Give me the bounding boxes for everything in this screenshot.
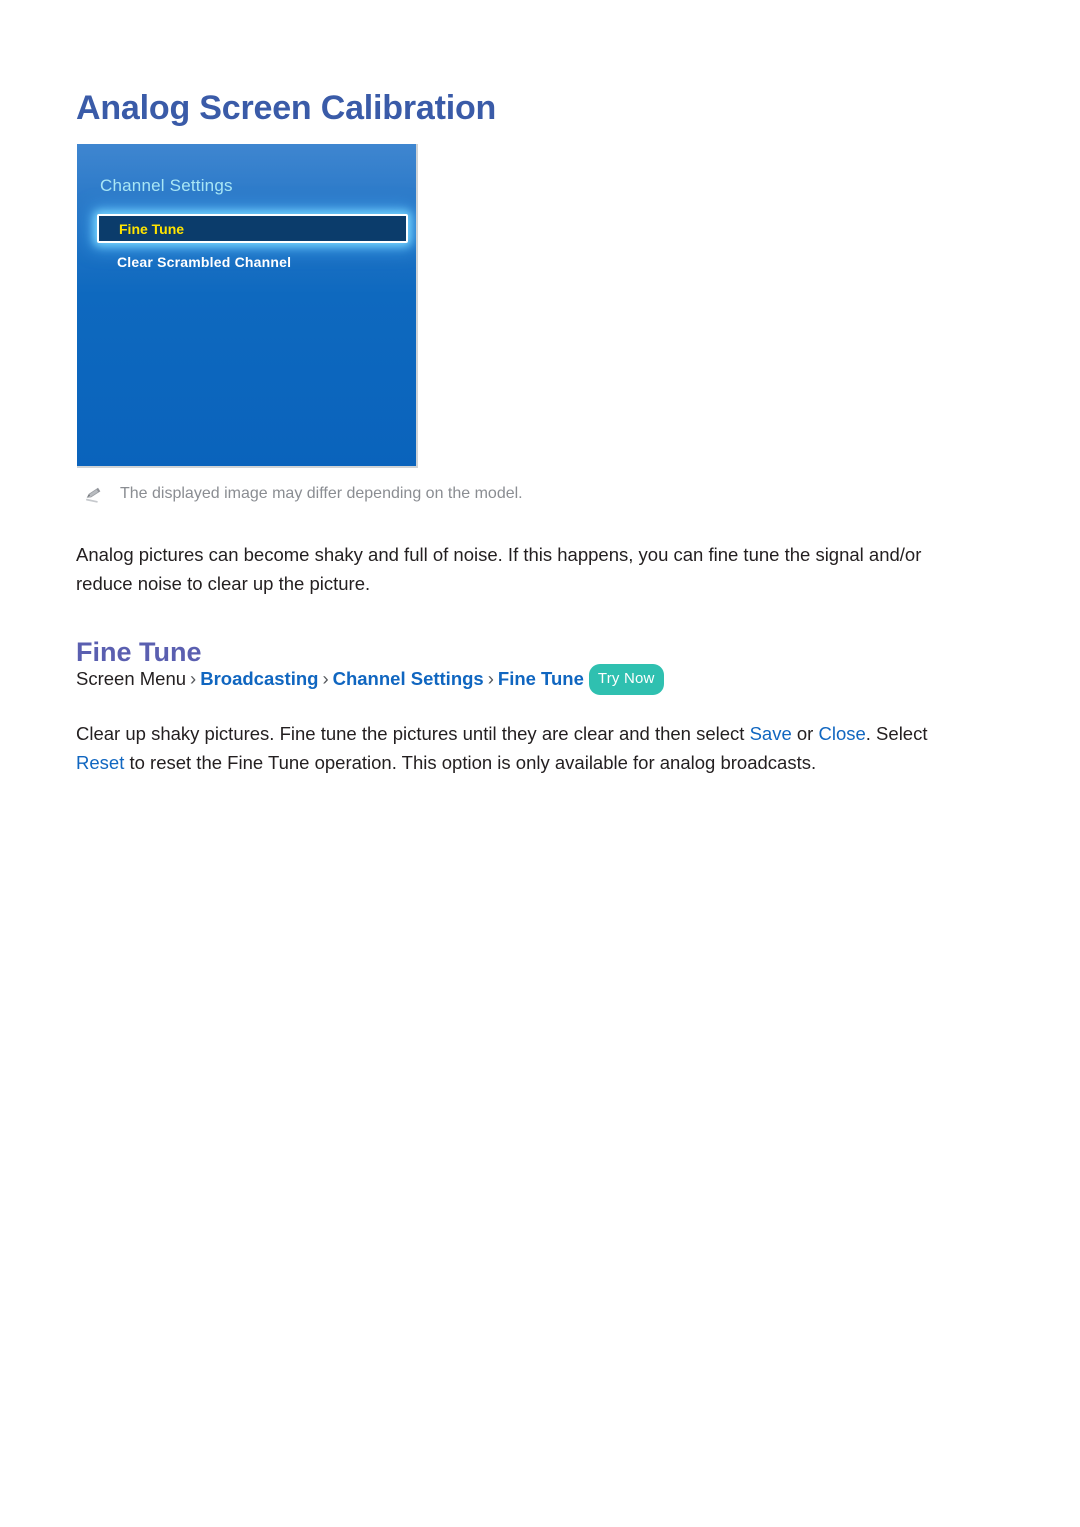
breadcrumb-separator-2: › (322, 668, 329, 689)
breadcrumb-link-channel-settings[interactable]: Channel Settings (333, 668, 484, 689)
breadcrumb-link-broadcasting[interactable]: Broadcasting (200, 668, 318, 689)
description-paragraph: Clear up shaky pictures. Fine tune the p… (76, 719, 960, 777)
breadcrumb: Screen Menu › Broadcasting › Channel Setting… (76, 664, 664, 697)
breadcrumb-link-fine-tune[interactable]: Fine Tune (498, 668, 584, 689)
description-text-4: to reset the Fine Tune operation. This o… (124, 751, 817, 773)
try-now-badge[interactable]: Try Now (588, 664, 664, 695)
note-text: The displayed image may differ depending… (120, 485, 523, 502)
page-title: Analog Screen Calibration (76, 88, 497, 127)
document-page: Analog Screen Calibration Channel Settin… (0, 0, 1080, 1527)
section-heading-fine-tune: Fine Tune (76, 637, 202, 668)
keyword-save: Save (749, 722, 792, 744)
breadcrumb-separator-1: › (190, 668, 197, 689)
description-text-1: Clear up shaky pictures. Fine tune the p… (76, 722, 750, 744)
intro-paragraph: Analog pictures can become shaky and ful… (76, 543, 922, 594)
keyword-reset: Reset (76, 751, 125, 773)
tv-menu-item-label: Fine Tune (119, 220, 185, 237)
breadcrumb-separator-3: › (487, 668, 494, 689)
tv-menu-item-fine-tune[interactable]: Fine Tune (97, 214, 408, 243)
tv-menu-screenshot: Channel Settings Fine Tune Clear Scrambl… (77, 144, 418, 468)
description-text-3: . Select (865, 722, 928, 744)
tv-menu-item-clear-scrambled-channel[interactable]: Clear Scrambled Channel (117, 254, 291, 270)
pencil-icon (84, 485, 104, 505)
keyword-close: Close (818, 722, 866, 744)
note-row: The displayed image may differ depending… (78, 484, 778, 510)
breadcrumb-root: Screen Menu (76, 668, 187, 689)
tv-menu-heading: Channel Settings (100, 176, 233, 195)
description-text-2: or (791, 722, 819, 744)
